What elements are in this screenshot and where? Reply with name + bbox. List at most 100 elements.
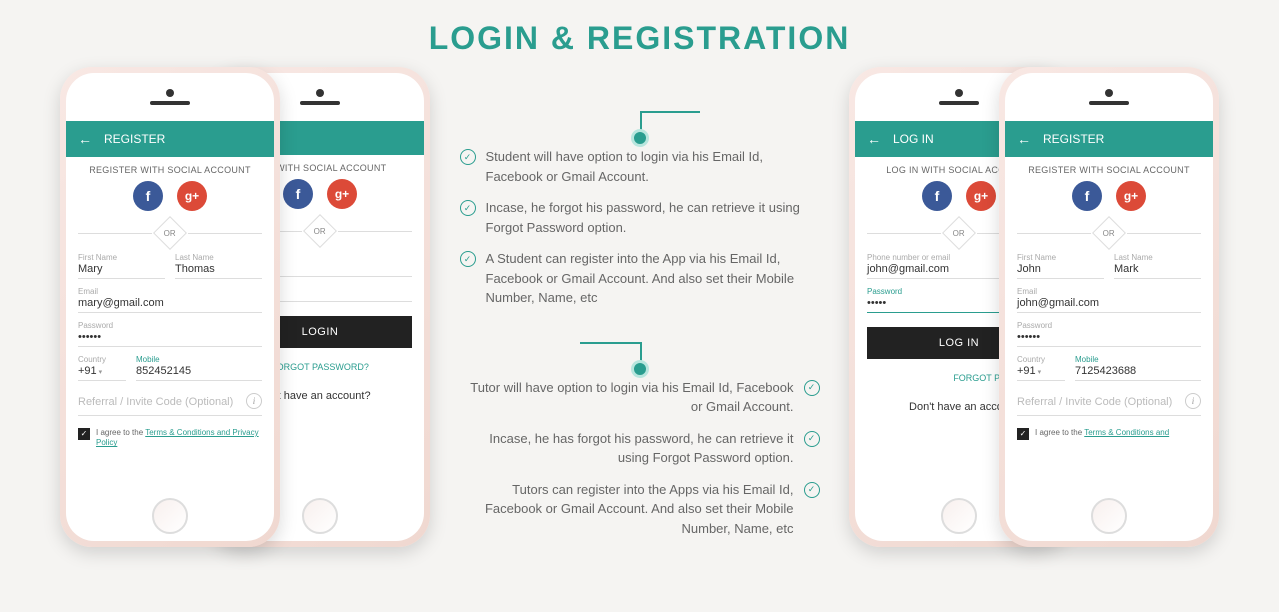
phone-bezel-top — [1005, 73, 1213, 121]
feature-bullet: ✓ Incase, he has forgot his password, he … — [460, 429, 820, 468]
connector-dot — [631, 360, 649, 378]
agree-prefix: I agree to the — [96, 428, 145, 437]
first-name-label: First Name — [78, 253, 165, 262]
country-field[interactable]: Country +91▾ — [78, 353, 126, 381]
back-icon[interactable]: ← — [78, 131, 92, 147]
social-title: REGISTER WITH SOCIAL ACCOUNT — [66, 157, 274, 181]
tutor-features: ✓Tutor will have option to login via his… — [460, 378, 820, 539]
google-plus-icon[interactable]: g+ — [966, 181, 996, 211]
info-icon[interactable]: i — [1185, 393, 1201, 409]
feature-bullet: ✓Tutor will have option to login via his… — [460, 378, 820, 417]
phone-bezel-bottom — [66, 491, 274, 541]
bullet-text: Incase, he forgot his password, he can r… — [486, 198, 820, 237]
bullet-text: Incase, he has forgot his password, he c… — [460, 429, 794, 468]
home-button[interactable] — [302, 498, 338, 534]
google-plus-icon[interactable]: g+ — [327, 179, 357, 209]
referral-field[interactable]: Referral / Invite Code (Optional) i — [78, 387, 262, 416]
last-name-label: Last Name — [1114, 253, 1201, 262]
password-value: •••••• — [78, 330, 262, 343]
screen-register: ← REGISTER REGISTER WITH SOCIAL ACCOUNT … — [1005, 121, 1213, 491]
home-button[interactable] — [1091, 498, 1127, 534]
last-name-label: Last Name — [175, 253, 262, 262]
info-icon[interactable]: i — [246, 393, 262, 409]
mobile-value: 7125423688 — [1075, 364, 1201, 377]
last-name-field[interactable]: Last Name Thomas — [175, 251, 262, 279]
country-field[interactable]: Country +91▾ — [1017, 353, 1065, 381]
email-value: john@gmail.com — [1017, 296, 1201, 309]
agree-terms-row[interactable]: ✓ I agree to the Terms & Conditions and … — [78, 422, 262, 455]
bullet-text: Student will have option to login via hi… — [486, 147, 820, 186]
referral-placeholder: Referral / Invite Code (Optional) — [1017, 395, 1179, 408]
check-icon: ✓ — [804, 482, 820, 498]
first-name-field[interactable]: First Name John — [1017, 251, 1104, 279]
phone-bezel-bottom — [1005, 491, 1213, 541]
home-button[interactable] — [152, 498, 188, 534]
chevron-down-icon: ▾ — [1038, 369, 1042, 376]
check-icon: ✓ — [804, 431, 820, 447]
or-divider: OR — [66, 219, 274, 251]
email-value: mary@gmail.com — [78, 296, 262, 309]
mobile-field[interactable]: Mobile 852452145 — [136, 353, 262, 381]
check-icon: ✓ — [460, 200, 476, 216]
referral-field[interactable]: Referral / Invite Code (Optional) i — [1017, 387, 1201, 416]
terms-checkbox[interactable]: ✓ — [1017, 428, 1029, 440]
content-area: ← REGISTER REGISTER WITH SOCIAL ACCOUNT … — [0, 67, 1279, 547]
phone-register-tutor: ← REGISTER REGISTER WITH SOCIAL ACCOUNT … — [999, 67, 1219, 547]
email-field[interactable]: Email john@gmail.com — [1017, 285, 1201, 313]
terms-checkbox[interactable]: ✓ — [78, 428, 90, 440]
mobile-field[interactable]: Mobile 7125423688 — [1075, 353, 1201, 381]
google-plus-icon[interactable]: g+ — [1116, 181, 1146, 211]
bullet-text: Tutors can register into the Apps via hi… — [460, 480, 794, 539]
bullet-text: A Student can register into the App via … — [486, 249, 820, 308]
agree-terms-row[interactable]: ✓ I agree to the Terms & Conditions and — [1017, 422, 1201, 446]
chevron-down-icon: ▾ — [99, 369, 103, 376]
mobile-value: 852452145 — [136, 364, 262, 377]
facebook-icon[interactable]: f — [283, 179, 313, 209]
password-label: Password — [78, 321, 262, 330]
mobile-label: Mobile — [1075, 355, 1201, 364]
first-name-label: First Name — [1017, 253, 1104, 262]
password-value: •••••• — [1017, 330, 1201, 343]
email-label: Email — [1017, 287, 1201, 296]
password-field[interactable]: Password •••••• — [78, 319, 262, 347]
first-name-field[interactable]: First Name Mary — [78, 251, 165, 279]
password-field[interactable]: Password •••••• — [1017, 319, 1201, 347]
last-name-field[interactable]: Last Name Mark — [1114, 251, 1201, 279]
last-name-value: Thomas — [175, 262, 262, 275]
first-name-value: Mary — [78, 262, 165, 275]
connector-dot — [631, 129, 649, 147]
check-icon: ✓ — [804, 380, 820, 396]
app-header: ← REGISTER — [66, 121, 274, 157]
right-phone-group: ← LOG IN LOG IN WITH SOCIAL ACCOUNT f g+… — [849, 67, 1219, 547]
feature-bullet: ✓ Incase, he forgot his password, he can … — [460, 198, 820, 237]
facebook-icon[interactable]: f — [922, 181, 952, 211]
student-features: ✓ Student will have option to login via h… — [460, 147, 820, 308]
facebook-icon[interactable]: f — [133, 181, 163, 211]
app-header: ← REGISTER — [1005, 121, 1213, 157]
back-icon[interactable]: ← — [1017, 131, 1031, 147]
feature-bullet: ✓ Student will have option to login via h… — [460, 147, 820, 186]
home-button[interactable] — [941, 498, 977, 534]
terms-link[interactable]: Terms & Conditions and — [1084, 428, 1169, 437]
facebook-icon[interactable]: f — [1072, 181, 1102, 211]
check-icon: ✓ — [460, 251, 476, 267]
header-title: REGISTER — [104, 132, 165, 146]
mobile-label: Mobile — [136, 355, 262, 364]
email-label: Email — [78, 287, 262, 296]
country-label: Country — [1017, 355, 1065, 364]
header-title: REGISTER — [1043, 132, 1104, 146]
page-title: LOGIN & REGISTRATION — [0, 0, 1279, 67]
email-field[interactable]: Email mary@gmail.com — [78, 285, 262, 313]
phone-bezel-top — [66, 73, 274, 121]
left-phone-group: ← REGISTER REGISTER WITH SOCIAL ACCOUNT … — [60, 67, 430, 547]
back-icon[interactable]: ← — [867, 131, 881, 147]
header-title: LOG IN — [893, 132, 934, 146]
country-label: Country — [78, 355, 126, 364]
feature-bullet: ✓ A Student can register into the App via… — [460, 249, 820, 308]
or-divider: OR — [1005, 219, 1213, 251]
screen-register: ← REGISTER REGISTER WITH SOCIAL ACCOUNT … — [66, 121, 274, 491]
google-plus-icon[interactable]: g+ — [177, 181, 207, 211]
check-icon: ✓ — [460, 149, 476, 165]
feature-bullet: ✓ Tutors can register into the Apps via h… — [460, 480, 820, 539]
password-label: Password — [1017, 321, 1201, 330]
